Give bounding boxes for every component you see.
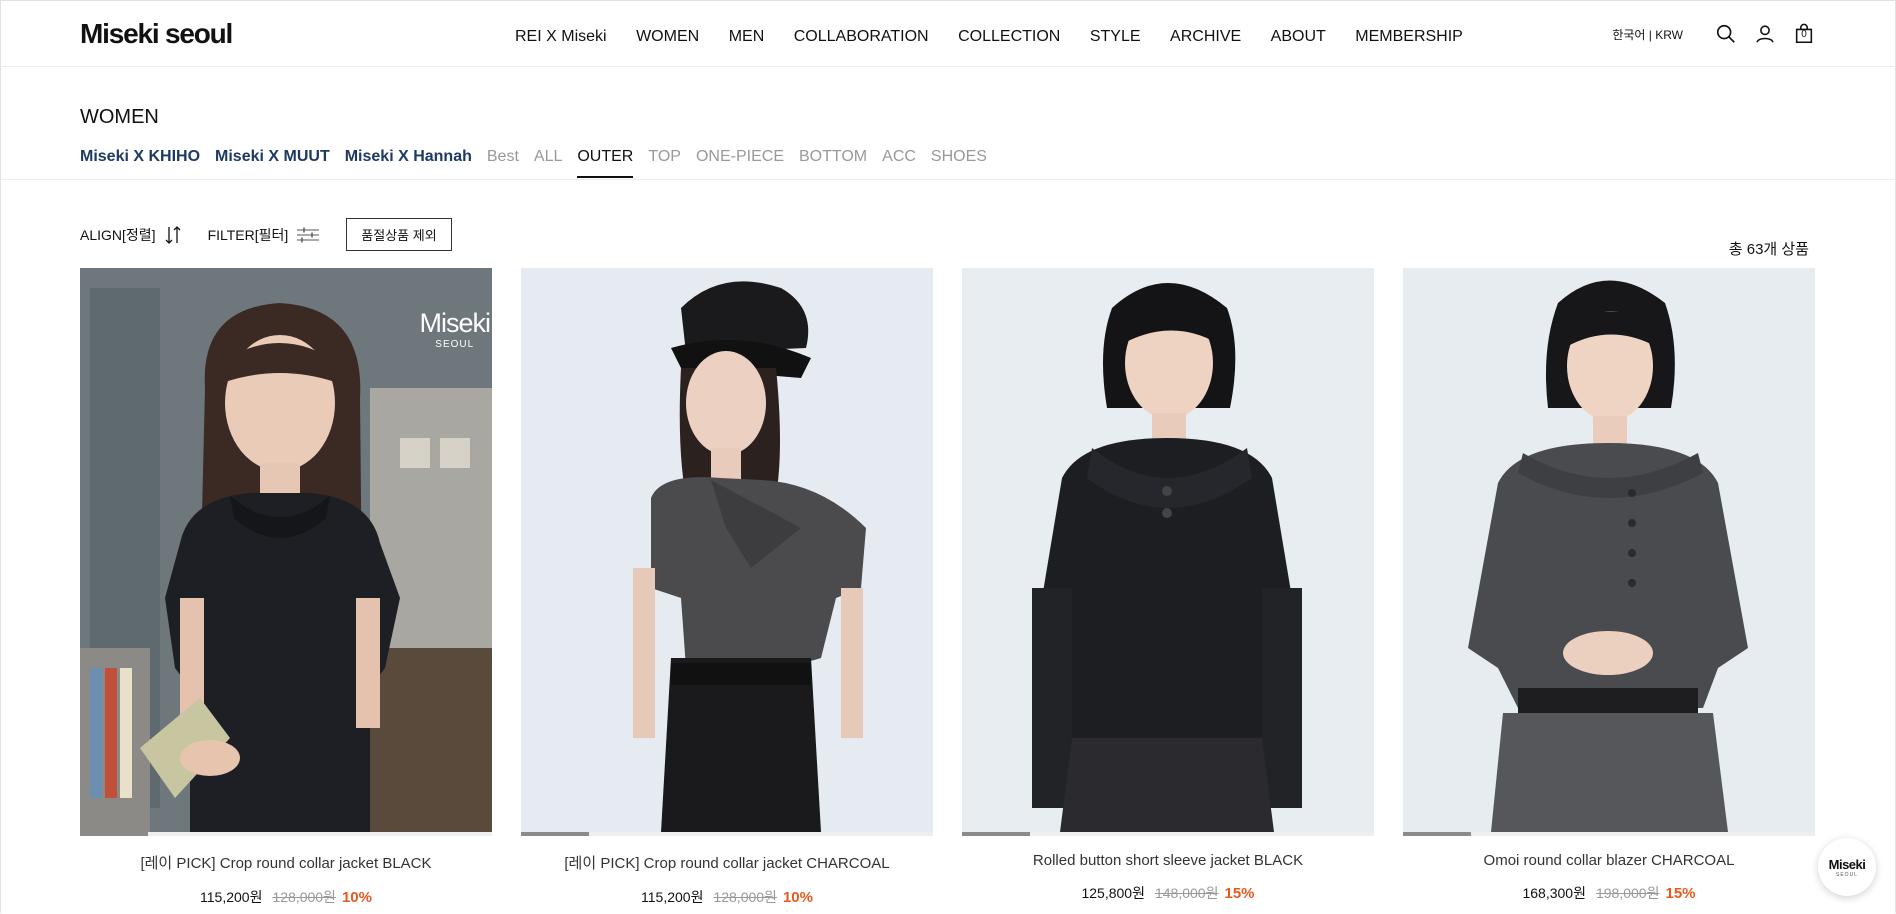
sale-price: 125,800원 <box>1081 885 1145 901</box>
original-price: 198,000원 <box>1595 885 1660 901</box>
filter-label: FILTER[필터] <box>207 226 289 243</box>
tab-all[interactable]: ALL <box>534 148 562 178</box>
category-divider <box>0 179 1896 180</box>
nav-style[interactable]: STYLE <box>1090 28 1141 46</box>
product-price: 115,200원 128,000원 10% <box>521 887 933 907</box>
product-image[interactable] <box>1403 268 1815 832</box>
user-icon[interactable] <box>1753 22 1777 46</box>
image-slide-indicator <box>1403 832 1815 836</box>
product-price: 168,300원 198,000원 15% <box>1403 883 1815 903</box>
original-price: 148,000원 <box>1154 885 1219 901</box>
cart-icon[interactable]: 0 <box>1792 22 1816 46</box>
align-label: ALIGN[정렬] <box>80 226 156 243</box>
tab-acc[interactable]: ACC <box>882 148 916 178</box>
product-card[interactable]: [레이 PICK] Crop round collar jacket CHARC… <box>521 268 933 907</box>
tab-miseki-x-muut[interactable]: Miseki X MUUT <box>215 148 330 178</box>
chat-widget-button[interactable]: Miseki SEOUL <box>1818 838 1876 896</box>
product-name[interactable]: Rolled button short sleeve jacket BLACK <box>962 852 1374 869</box>
nav-women[interactable]: WOMEN <box>636 28 699 46</box>
tab-bottom[interactable]: BOTTOM <box>799 148 867 178</box>
site-header: Miseki seoul REI X Miseki WOMEN MEN COLL… <box>0 0 1896 67</box>
category-tabs: Miseki X KHIHO Miseki X MUUT Miseki X Ha… <box>80 148 1002 178</box>
sale-price: 115,200원 <box>641 889 704 905</box>
chat-widget-sub: SEOUL <box>1836 871 1858 878</box>
discount-rate: 10% <box>341 889 372 906</box>
product-price: 125,800원 148,000원 15% <box>962 883 1374 903</box>
product-grid: Miseki SEOUL [레이 PICK] Crop round collar… <box>80 268 1815 907</box>
category-title: WOMEN <box>80 106 159 128</box>
language-currency-selector[interactable]: 한국어 | KRW <box>1612 26 1683 43</box>
align-button[interactable]: ALIGN[정렬] <box>80 225 182 245</box>
discount-rate: 15% <box>1224 885 1255 902</box>
total-product-count: 총 63개 상품 <box>1728 241 1809 258</box>
nav-membership[interactable]: MEMBERSHIP <box>1355 28 1463 46</box>
tab-best[interactable]: Best <box>487 148 519 178</box>
sort-arrows-icon <box>164 225 182 245</box>
cart-count: 0 <box>1801 29 1807 40</box>
brand-watermark: Miseki SEOUL <box>419 308 491 350</box>
original-price: 128,000원 <box>272 889 336 905</box>
product-name[interactable]: Omoi round collar blazer CHARCOAL <box>1403 852 1815 869</box>
product-price: 115,200원 128,000원 10% <box>80 887 492 907</box>
nav-collaboration[interactable]: COLLABORATION <box>794 28 929 46</box>
nav-collection[interactable]: COLLECTION <box>958 28 1060 46</box>
tab-one-piece[interactable]: ONE-PIECE <box>696 148 784 178</box>
product-card[interactable]: Miseki SEOUL [레이 PICK] Crop round collar… <box>80 268 492 907</box>
site-logo[interactable]: Miseki seoul <box>80 18 233 50</box>
tab-top[interactable]: TOP <box>648 148 681 178</box>
header-utilities: 한국어 | KRW 0 <box>1612 22 1816 46</box>
tab-outer[interactable]: OUTER <box>577 148 634 178</box>
discount-rate: 10% <box>782 889 813 906</box>
filter-button[interactable]: FILTER[필터] <box>208 225 321 245</box>
product-name[interactable]: [레이 PICK] Crop round collar jacket BLACK <box>80 852 492 873</box>
product-card[interactable]: Omoi round collar blazer CHARCOAL 168,30… <box>1403 268 1815 907</box>
product-name[interactable]: [레이 PICK] Crop round collar jacket CHARC… <box>521 852 933 873</box>
exclude-soldout-button[interactable]: 품절상품 제외 <box>346 218 452 251</box>
nav-rei-x-miseki[interactable]: REI X Miseki <box>515 28 607 46</box>
image-slide-indicator <box>80 832 492 836</box>
nav-men[interactable]: MEN <box>729 28 765 46</box>
main-nav: REI X Miseki WOMEN MEN COLLABORATION COL… <box>515 28 1492 46</box>
tab-shoes[interactable]: SHOES <box>931 148 987 178</box>
image-slide-indicator <box>962 832 1374 836</box>
nav-about[interactable]: ABOUT <box>1271 28 1326 46</box>
sale-price: 168,300원 <box>1522 885 1586 901</box>
filter-sliders-icon <box>296 227 320 243</box>
original-price: 128,000원 <box>713 889 777 905</box>
product-image[interactable] <box>962 268 1374 832</box>
chat-widget-title: Miseki <box>1828 856 1866 872</box>
list-toolbar: ALIGN[정렬] FILTER[필터] 품절상품 제외 <box>80 218 452 251</box>
product-card[interactable]: Rolled button short sleeve jacket BLACK … <box>962 268 1374 907</box>
product-image[interactable]: Miseki SEOUL <box>80 268 492 832</box>
sale-price: 115,200원 <box>200 889 263 905</box>
image-slide-indicator <box>521 832 933 836</box>
discount-rate: 15% <box>1665 885 1696 902</box>
tab-miseki-x-khiho[interactable]: Miseki X KHIHO <box>80 148 200 178</box>
product-image[interactable] <box>521 268 933 832</box>
search-icon[interactable] <box>1714 22 1738 46</box>
tab-miseki-x-hannah[interactable]: Miseki X Hannah <box>345 148 472 178</box>
nav-archive[interactable]: ARCHIVE <box>1170 28 1241 46</box>
